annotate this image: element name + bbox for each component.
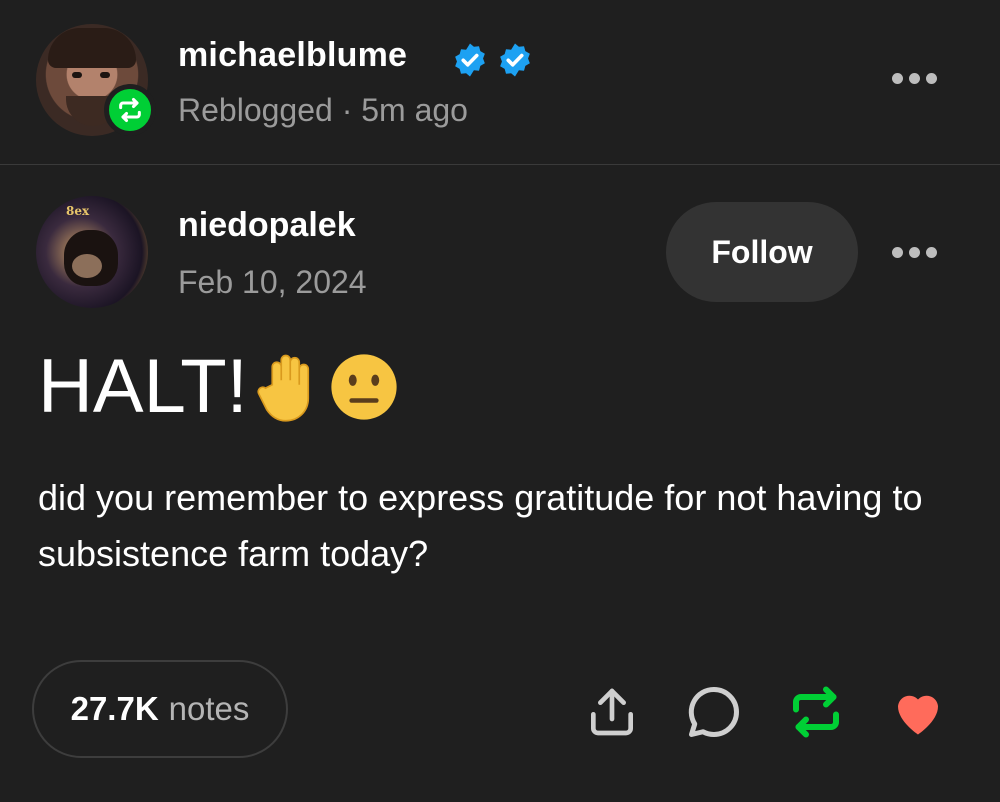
share-icon[interactable] <box>580 680 644 744</box>
neutral-face-emoji-icon <box>331 354 397 420</box>
reblog-icon[interactable] <box>784 680 848 744</box>
divider <box>0 164 1000 165</box>
like-heart-icon[interactable] <box>886 680 950 744</box>
reblog-badge-icon <box>104 84 156 136</box>
notes-button[interactable]: 27.7K notes <box>32 660 288 758</box>
raised-hand-emoji-icon <box>257 354 309 422</box>
post-body-text: did you remember to express gratitude fo… <box>38 477 923 574</box>
notes-count: 27.7K <box>70 690 159 727</box>
verified-badge-icon <box>455 43 485 77</box>
headline-text: HALT! <box>38 344 248 429</box>
reblog-meta: Reblogged · 5m ago <box>178 92 468 128</box>
follow-button[interactable]: Follow <box>666 202 858 302</box>
notes-label: notes <box>168 690 250 727</box>
post-headline: HALT! <box>38 342 400 432</box>
author-avatar[interactable]: 8ex <box>36 196 148 308</box>
reblog-more-options-icon[interactable] <box>892 66 944 90</box>
comment-icon[interactable] <box>682 680 746 744</box>
post-date: Feb 10, 2024 <box>178 264 367 300</box>
reblogger-name[interactable]: michaelblume <box>178 36 407 75</box>
post-author-name[interactable]: niedopalek <box>178 206 356 245</box>
post-more-options-icon[interactable] <box>892 240 944 264</box>
verified-badge-icon <box>500 43 530 77</box>
